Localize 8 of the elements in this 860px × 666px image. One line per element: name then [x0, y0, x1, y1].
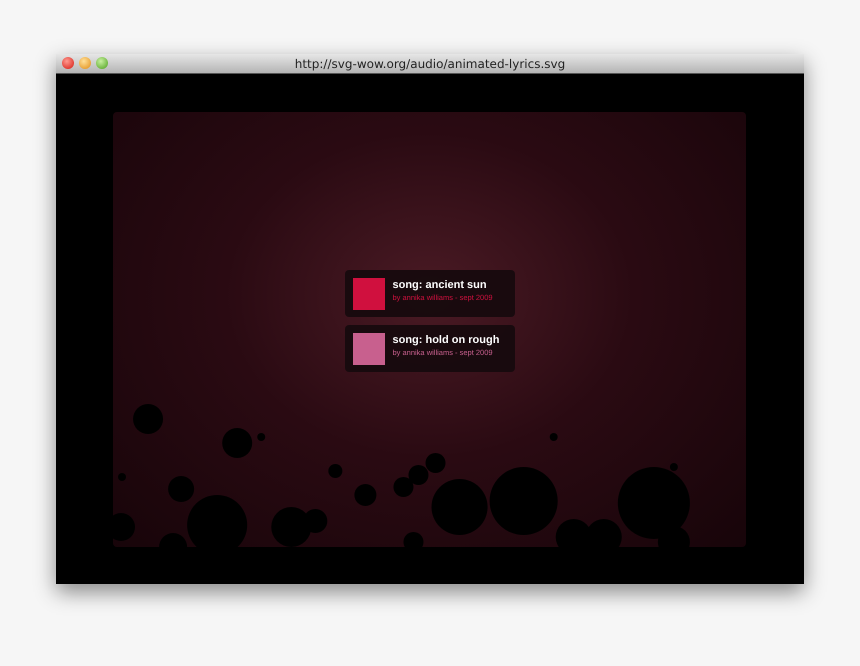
minimize-button[interactable] — [79, 57, 91, 69]
photo-placeholder — [352, 332, 384, 364]
window-title: http://svg-wow.org/audio/animated-lyrics.svg — [294, 56, 566, 70]
close-button[interactable] — [62, 57, 74, 69]
song-title: song: hold on rough — [392, 334, 500, 346]
song-title: song: ancient sun — [392, 279, 488, 291]
photo-placeholder — [352, 278, 384, 310]
zoom-button[interactable] — [96, 57, 108, 69]
